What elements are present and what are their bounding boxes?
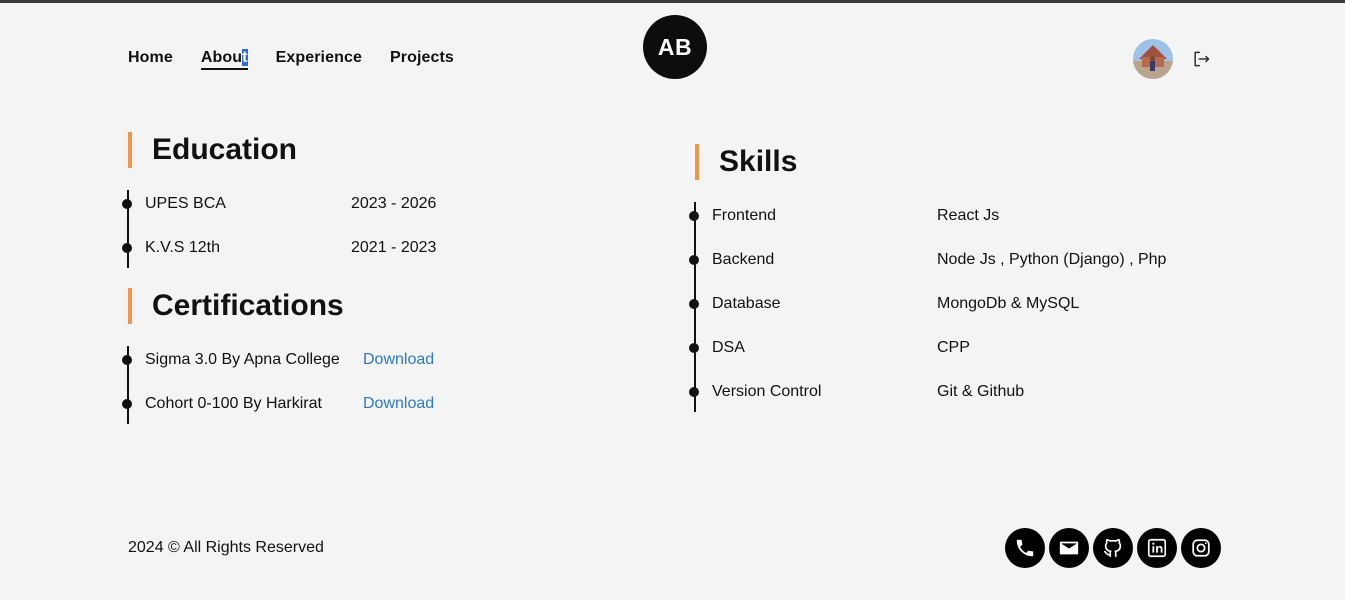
accent-bar: [128, 132, 132, 168]
skill-value: Git & Github: [937, 383, 1025, 400]
certification-name: Cohort 0-100 By Harkirat: [145, 395, 322, 412]
accent-bar: [128, 288, 132, 324]
certifications-title: Certifications: [152, 289, 344, 322]
skill-category: Database: [712, 295, 781, 312]
skills-title: Skills: [719, 145, 798, 178]
github-icon[interactable]: [1093, 528, 1133, 568]
skills-heading: Skills: [695, 144, 797, 180]
education-name: K.V.S 12th: [145, 239, 221, 256]
accent-bar: [695, 144, 699, 180]
skill-value: Node Js , Python (Django) , Php: [937, 251, 1167, 268]
skill-value: CPP: [937, 339, 970, 356]
timeline-dot: [122, 399, 132, 409]
nav-about-label: Abou: [200, 49, 243, 66]
skill-category: Frontend: [712, 207, 777, 224]
nav-about-selected-text: t: [242, 49, 248, 66]
skill-value: React Js: [937, 207, 1000, 224]
skill-category: Version Control: [712, 383, 822, 400]
education-timeline: UPES BCA 2023 - 2026 K.V.S 12th 2021 - 2…: [122, 190, 436, 268]
skill-category: DSA: [712, 339, 745, 356]
education-years: 2021 - 2023: [351, 239, 437, 256]
timeline-dot: [689, 255, 699, 265]
profile-avatar[interactable]: [1133, 39, 1173, 79]
social-links: [1005, 528, 1221, 568]
certification-name: Sigma 3.0 By Apna College: [145, 351, 340, 368]
education-heading: Education: [128, 132, 297, 168]
site-logo[interactable]: AB: [643, 15, 707, 79]
timeline-dot: [689, 343, 699, 353]
certifications-heading: Certifications: [128, 288, 344, 324]
timeline-dot: [689, 211, 699, 221]
copyright-text: 2024 © All Rights Reserved: [128, 539, 324, 556]
education-title: Education: [152, 133, 298, 166]
education-years: 2023 - 2026: [351, 195, 437, 212]
timeline-dot: [689, 387, 699, 397]
mail-icon[interactable]: [1049, 528, 1089, 568]
instagram-icon[interactable]: [1181, 528, 1221, 568]
nav-about[interactable]: About: [200, 48, 248, 70]
main-nav: Home About Experience Projects: [128, 48, 454, 70]
skills-timeline: Frontend React Js Backend Node Js , Pyth…: [689, 202, 1166, 412]
timeline-dot: [689, 299, 699, 309]
timeline-dot: [122, 199, 132, 209]
logout-icon[interactable]: [1190, 48, 1212, 70]
skill-value: MongoDb & MySQL: [937, 295, 1080, 312]
timeline-dot: [122, 243, 132, 253]
skill-category: Backend: [712, 251, 775, 268]
download-link[interactable]: Download: [363, 351, 434, 369]
linkedin-icon[interactable]: [1137, 528, 1177, 568]
avatar-image: [1133, 39, 1173, 79]
nav-projects[interactable]: Projects: [390, 48, 454, 70]
top-border: [0, 0, 1345, 3]
education-name: UPES BCA: [145, 195, 226, 212]
nav-home[interactable]: Home: [128, 48, 173, 70]
timeline-dot: [122, 355, 132, 365]
certifications-timeline: Sigma 3.0 By Apna College Download Cohor…: [122, 346, 434, 424]
phone-icon[interactable]: [1005, 528, 1045, 568]
download-link[interactable]: Download: [363, 395, 434, 413]
nav-experience[interactable]: Experience: [276, 48, 362, 70]
